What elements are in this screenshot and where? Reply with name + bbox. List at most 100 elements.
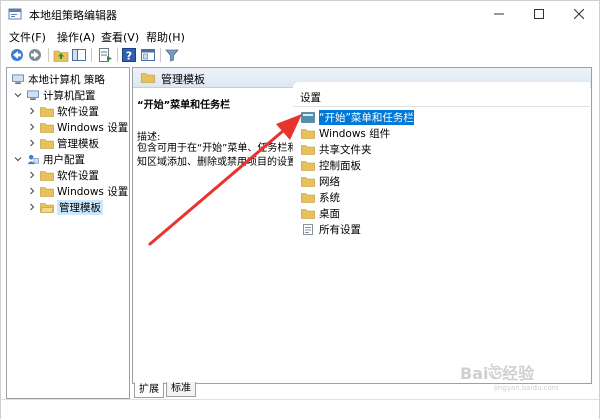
menu-bar: 文件(F) 操作(A) 查看(V) 帮助(H) [1, 27, 599, 45]
forward-arrow-icon[interactable] [27, 47, 43, 63]
tab-standard[interactable]: 标准 [166, 382, 196, 397]
details-header-title: 管理模板 [161, 73, 205, 86]
tree-user-admin-label: 管理模板 [57, 199, 103, 215]
tree-computer-windows-label: Windows 设置 [57, 121, 129, 134]
app-window: 本地组策略编辑器 文件(F) 操作(A) 查看(V) 帮助(H) ? 本地计算机… [0, 0, 600, 420]
window-title: 本地组策略编辑器 [29, 9, 117, 22]
settings-column-label: 设置 [300, 92, 321, 104]
user-icon [27, 154, 39, 164]
tree-root[interactable]: 本地计算机 策略 [11, 71, 105, 87]
description-label: 描述: [137, 132, 161, 143]
description-panel: “开始”菜单和任务栏 描述: 包含可用于在“开始”菜单、任务栏和通知区域添加、删… [137, 92, 307, 292]
folder-icon [40, 122, 54, 133]
tree-user-admin[interactable]: 管理模板 [27, 199, 103, 215]
folder-icon [40, 186, 54, 197]
list-item-label: “开始”菜单和任务栏 [319, 109, 414, 125]
watermark-subtext: jingyan.baidu.com [493, 384, 559, 392]
tree-computer-software[interactable]: 软件设置 [27, 103, 99, 119]
folder-icon [301, 128, 315, 139]
up-folder-icon[interactable] [53, 47, 69, 63]
export-list-icon[interactable] [97, 47, 113, 63]
list-item[interactable]: 所有设置 [301, 221, 587, 237]
menu-file[interactable]: 文件(F) [9, 29, 46, 45]
baidu-paw-icon: Baiঊ经验 jingyan.baidu.com [460, 363, 559, 392]
chevron-right-icon[interactable] [27, 202, 37, 212]
computer-policy-icon [12, 74, 24, 84]
list-item[interactable]: 网络 [301, 173, 587, 189]
svg-text:?: ? [126, 50, 132, 63]
chevron-right-icon[interactable] [27, 186, 37, 196]
toolbar-separator [117, 48, 118, 62]
list-item-label: 控制面板 [319, 159, 361, 172]
folder-icon [141, 73, 155, 83]
app-icon [8, 8, 22, 20]
maximize-button[interactable] [519, 1, 559, 27]
menu-action[interactable]: 操作(A) [57, 29, 95, 45]
folder-icon [40, 138, 54, 149]
folder-icon [301, 176, 315, 187]
watermark-logo: Baiঊ经验 jingyan.baidu.com [458, 362, 593, 392]
filter-icon[interactable] [164, 47, 180, 63]
tree-user-config[interactable]: 用户配置 [13, 151, 85, 167]
tree-computer-admin[interactable]: 管理模板 [27, 135, 99, 151]
chevron-right-icon[interactable] [27, 122, 37, 132]
list-item[interactable]: Windows 组件 [301, 125, 587, 141]
all-settings-icon [303, 223, 313, 235]
tree-computer-config[interactable]: 计算机配置 [13, 87, 96, 103]
list-item[interactable]: 桌面 [301, 205, 587, 221]
tree-computer-config-label: 计算机配置 [43, 89, 96, 102]
tree-computer-software-label: 软件设置 [57, 105, 99, 118]
tree-user-windows[interactable]: Windows 设置 [27, 183, 128, 199]
menu-view[interactable]: 查看(V) [101, 29, 139, 45]
description-title: “开始”菜单和任务栏 [137, 100, 231, 111]
tree-user-software[interactable]: 软件设置 [27, 167, 99, 183]
toolbar-separator [48, 48, 49, 62]
computer-icon [27, 90, 39, 100]
tree-root-label: 本地计算机 策略 [28, 73, 105, 86]
back-arrow-icon[interactable] [9, 47, 25, 63]
chevron-down-icon[interactable] [13, 90, 23, 100]
list-item[interactable]: 系统 [301, 189, 587, 205]
toolbar-separator [91, 48, 92, 62]
description-body: 包含可用于在“开始”菜单、任务栏和通知区域添加、删除或禁用项目的设置。 [137, 143, 308, 168]
tree-computer-windows[interactable]: Windows 设置 [27, 119, 128, 135]
list-item[interactable]: 共享文件夹 [301, 141, 587, 157]
policy-tree: 本地计算机 策略 计算机配置 软件设置 Windows 设置 管理模板 用户配置… [6, 67, 130, 399]
list-item-label: 系统 [319, 191, 340, 204]
chevron-right-icon[interactable] [27, 106, 37, 116]
list-item-label: 所有设置 [319, 223, 361, 236]
list-item-label: 桌面 [319, 207, 340, 220]
view-tabs: 扩展 标准 [132, 382, 252, 398]
folder-icon [301, 144, 315, 155]
chevron-right-icon[interactable] [27, 138, 37, 148]
admin-template-icon [301, 111, 315, 123]
chevron-down-icon[interactable] [13, 154, 23, 164]
minimize-icon [494, 13, 504, 15]
status-bar [1, 399, 599, 420]
close-button[interactable] [559, 1, 599, 27]
tab-expanded[interactable]: 扩展 [134, 382, 164, 398]
folder-icon [40, 170, 54, 181]
folder-icon [301, 208, 315, 219]
tree-user-software-label: 软件设置 [57, 169, 99, 182]
help-icon[interactable]: ? [121, 47, 137, 63]
list-item[interactable]: 控制面板 [301, 157, 587, 173]
tree-computer-admin-label: 管理模板 [57, 137, 99, 150]
toolbar-separator [160, 48, 161, 62]
maximize-icon [534, 9, 544, 19]
toolbar: ? [1, 45, 599, 65]
folder-icon [301, 192, 315, 203]
minimize-button[interactable] [479, 1, 519, 27]
folder-open-icon [40, 202, 54, 213]
chevron-right-icon[interactable] [27, 170, 37, 180]
menu-help[interactable]: 帮助(H) [146, 29, 185, 45]
properties-icon[interactable] [140, 47, 156, 63]
list-item-label: 网络 [319, 175, 340, 188]
folder-icon [40, 106, 54, 117]
settings-column-header[interactable]: 设置 [293, 88, 590, 107]
details-pane: 管理模板 “开始”菜单和任务栏 描述: 包含可用于在“开始”菜单、任务栏和通知区… [132, 67, 592, 384]
show-tree-icon[interactable] [71, 47, 87, 63]
list-item[interactable]: “开始”菜单和任务栏 [301, 109, 587, 125]
folder-icon [301, 160, 315, 171]
settings-list: 设置 “开始”菜单和任务栏 Windows 组件 共享文件夹 控制面板 网络 系… [293, 82, 590, 382]
